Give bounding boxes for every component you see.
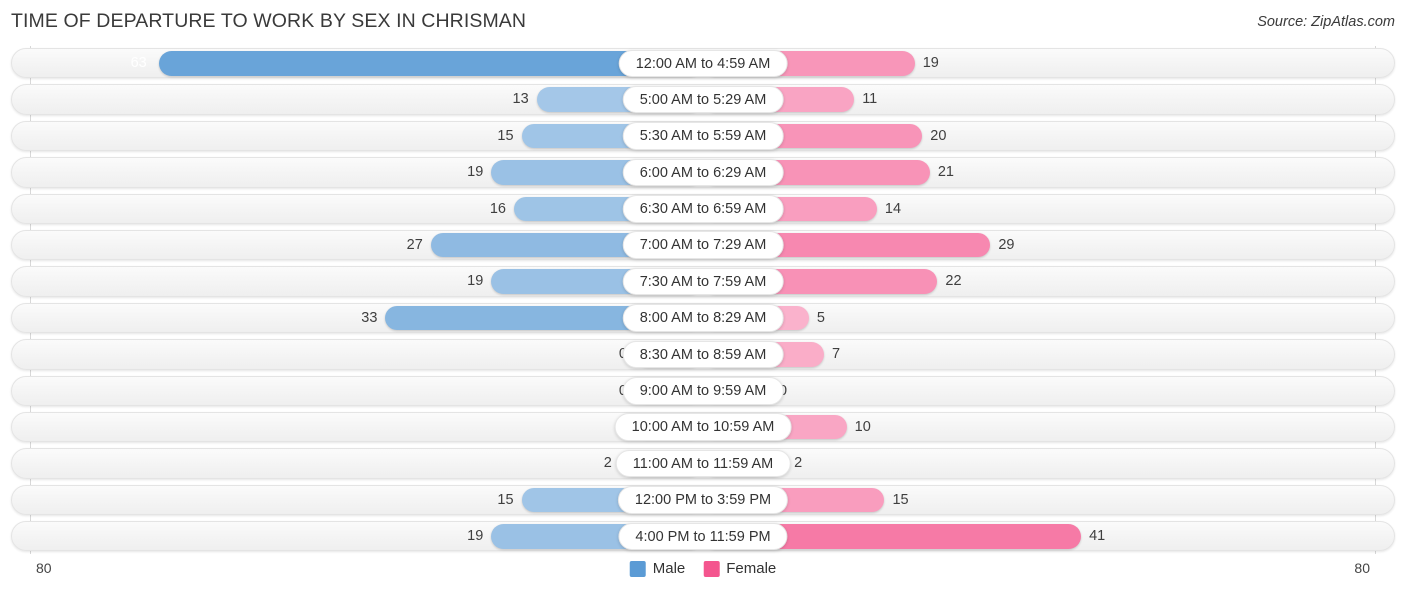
bar-value-male: 2 [603, 455, 612, 472]
axis-tick-right: 80 [1354, 560, 1370, 576]
bar-value-male: 33 [361, 309, 378, 326]
bar-value-female: 7 [831, 346, 841, 363]
bar-value-female: 15 [892, 491, 909, 508]
bar-category-label: 5:00 AM to 5:29 AM [622, 85, 784, 114]
bar-category-label: 5:30 AM to 5:59 AM [622, 122, 784, 150]
bar-rows-container: 63 19 12:00 AM to 4:59 AM 13 11 5:00 AM to 5:… [11, 48, 1395, 557]
axis-tick-left: 80 [36, 560, 52, 576]
bar-value-female: 14 [884, 200, 902, 217]
bar-row[interactable]: 63 19 12:00 AM to 4:59 AM [11, 48, 1395, 79]
bar-value-female: 21 [937, 164, 954, 181]
legend-swatch-male-icon [629, 560, 646, 577]
chart-page: TIME OF DEPARTURE TO WORK BY SEX IN CHRI… [0, 0, 1406, 594]
bar-category-label: 12:00 PM to 3:59 PM [617, 486, 789, 514]
bar-value-male: 27 [406, 236, 423, 253]
bar-value-male: 15 [497, 127, 514, 144]
bar-category-label: 9:00 AM to 9:59 AM [622, 377, 784, 405]
bar-value-male: 19 [467, 164, 484, 181]
bar-value-male: 63 [130, 55, 147, 71]
bar-row[interactable]: 0 09:00 AM to 9:59 AM [11, 375, 1395, 406]
bar-row[interactable]: 15 20 5:30 AM to 5:59 AM [11, 120, 1395, 152]
bar-value-female: 0 [779, 376, 823, 406]
bar-row[interactable]: 01010:00 AM to 10:59 AM [11, 411, 1395, 443]
legend-swatch-female-icon [703, 560, 720, 577]
bar-value-male: 19 [467, 528, 484, 545]
bar-category-label: 7:00 AM to 7:29 AM [622, 231, 784, 259]
bar-row[interactable]: 19 22 7:30 AM to 7:59 AM [11, 266, 1395, 297]
bar-value-female: 41 [1089, 528, 1106, 545]
bar-category-label: 4:00 PM to 11:59 PM [618, 522, 788, 551]
bar-value-female: 11 [862, 91, 878, 108]
bar-value-male: 16 [489, 200, 506, 217]
bar-row[interactable]: 19 41 4:00 PM to 11:59 PM [11, 521, 1395, 552]
legend-label-female: Female [726, 560, 777, 577]
bar-row[interactable]: 15 15 12:00 PM to 3:59 PM [11, 484, 1395, 516]
bar-value-female: 29 [998, 236, 1015, 253]
bar-row[interactable]: 0 7 8:30 AM to 8:59 AM [11, 339, 1395, 370]
page-title: TIME OF DEPARTURE TO WORK BY SEX IN CHRI… [11, 10, 527, 32]
chart-plot-area: 63 19 12:00 AM to 4:59 AM 13 11 5:00 AM to 5:… [0, 46, 1406, 556]
chart-legend: Male Female [629, 560, 776, 577]
bar-category-label: 8:30 AM to 8:59 AM [622, 340, 784, 369]
bar-row[interactable]: 19 21 6:00 AM to 6:29 AM [11, 157, 1395, 188]
bar-value-male: 19 [467, 273, 484, 290]
bar-category-label: 6:30 AM to 6:59 AM [622, 195, 784, 223]
source-attribution: Source: ZipAtlas.com [1257, 14, 1395, 30]
bar-value-female: 2 [794, 455, 803, 472]
bar-value-female: 22 [945, 273, 962, 290]
bar-category-label: 12:00 AM to 4:59 AM [618, 49, 788, 77]
bar-category-label: 7:30 AM to 7:59 AM [622, 267, 784, 296]
bar-value-male: 15 [497, 491, 514, 508]
bar-row[interactable]: 27 29 7:00 AM to 7:29 AM [11, 229, 1395, 261]
chart-footer: 80 80 Male Female [0, 556, 1406, 594]
bar-row[interactable]: 2 2 11:00 AM to 11:59 AM [11, 448, 1395, 479]
legend-item-male[interactable]: Male [629, 560, 686, 577]
bar-value-female: 10 [854, 418, 871, 435]
bar-value-female: 20 [930, 127, 947, 144]
bar-row[interactable]: 16 14 6:30 AM to 6:59 AM [11, 193, 1395, 224]
bar-category-label: 6:00 AM to 6:29 AM [622, 158, 784, 187]
chart-header: TIME OF DEPARTURE TO WORK BY SEX IN CHRI… [0, 0, 1406, 42]
bar-row[interactable]: 13 11 5:00 AM to 5:29 AM [11, 84, 1395, 115]
legend-item-female[interactable]: Female [703, 560, 776, 577]
bar-row[interactable]: 33 5 8:00 AM to 8:29 AM [11, 302, 1395, 334]
bar-value-female: 5 [816, 309, 825, 326]
bar-value-male: 0 [583, 376, 627, 406]
bar-category-label: 11:00 AM to 11:59 AM [615, 449, 791, 478]
bar-value-female: 19 [922, 55, 939, 71]
bar-category-label: 10:00 AM to 10:59 AM [614, 413, 792, 441]
bar-category-label: 8:00 AM to 8:29 AM [622, 304, 784, 332]
legend-label-male: Male [652, 560, 686, 577]
bar-value-male: 13 [512, 91, 529, 108]
bar-value-male: 0 [583, 339, 627, 369]
